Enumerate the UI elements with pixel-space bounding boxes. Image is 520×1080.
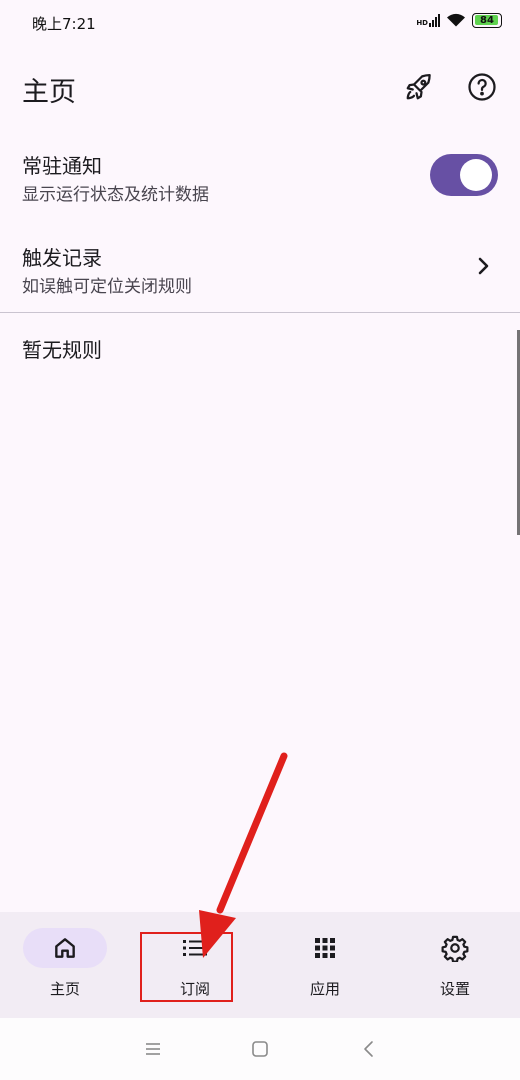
system-home-button[interactable] [247,1036,273,1062]
battery-level: 84 [480,14,494,26]
annotation-highlight-box [140,932,233,1002]
home-icon [55,938,75,958]
status-icons: HD 84 [416,12,502,28]
trigger-log-subtitle: 如误触可定位关闭规则 [22,277,192,297]
notification-title: 常驻通知 [22,154,102,178]
screen: 晚上7:21 HD 84 主页 常驻通知 显示运行状态及统计数据 触发记录 如误… [0,0,520,1080]
top-app-bar: 主页 [0,60,520,116]
nav-item-apps[interactable]: 应用 [260,912,390,1018]
status-bar: 晚上7:21 HD 84 [0,0,520,44]
status-time: 晚上7:21 [32,15,96,33]
toggle-knob [460,159,492,191]
persistent-notification-row[interactable]: 常驻通知 显示运行状态及统计数据 [0,140,520,220]
signal-icon: HD [416,13,440,27]
bottom-navigation: 主页 订阅 应用 设置 [0,912,520,1018]
menu-icon [146,1043,160,1055]
rocket-icon[interactable] [402,70,436,104]
nav-item-settings[interactable]: 设置 [390,912,520,1018]
nav-label-apps: 应用 [309,980,340,998]
trigger-log-row[interactable]: 触发记录 如误触可定位关闭规则 [0,232,520,312]
grid-icon [315,938,335,958]
active-indicator [23,928,107,968]
nav-item-home[interactable]: 主页 [0,912,130,1018]
trigger-log-title: 触发记录 [22,246,102,270]
wifi-icon [447,13,465,27]
page-title: 主页 [22,77,76,108]
notification-subtitle: 显示运行状态及统计数据 [22,185,209,205]
divider [0,312,520,313]
empty-rules-text: 暂无规则 [22,338,102,362]
help-icon[interactable] [465,70,499,104]
square-icon [252,1041,268,1057]
recent-apps-button[interactable] [140,1036,166,1062]
nav-label-settings: 设置 [439,980,470,998]
chevron-right-icon [478,257,489,275]
nav-label-home: 主页 [49,980,80,998]
nav-item-subscribe[interactable]: 订阅 [130,912,260,1018]
back-chevron-icon [364,1041,373,1057]
back-button[interactable] [356,1036,382,1062]
network-label: HD [416,19,428,27]
battery-icon: 84 [472,12,502,28]
system-navigation-bar [0,1018,520,1080]
gear-icon [441,935,469,962]
notification-toggle[interactable] [430,154,498,196]
